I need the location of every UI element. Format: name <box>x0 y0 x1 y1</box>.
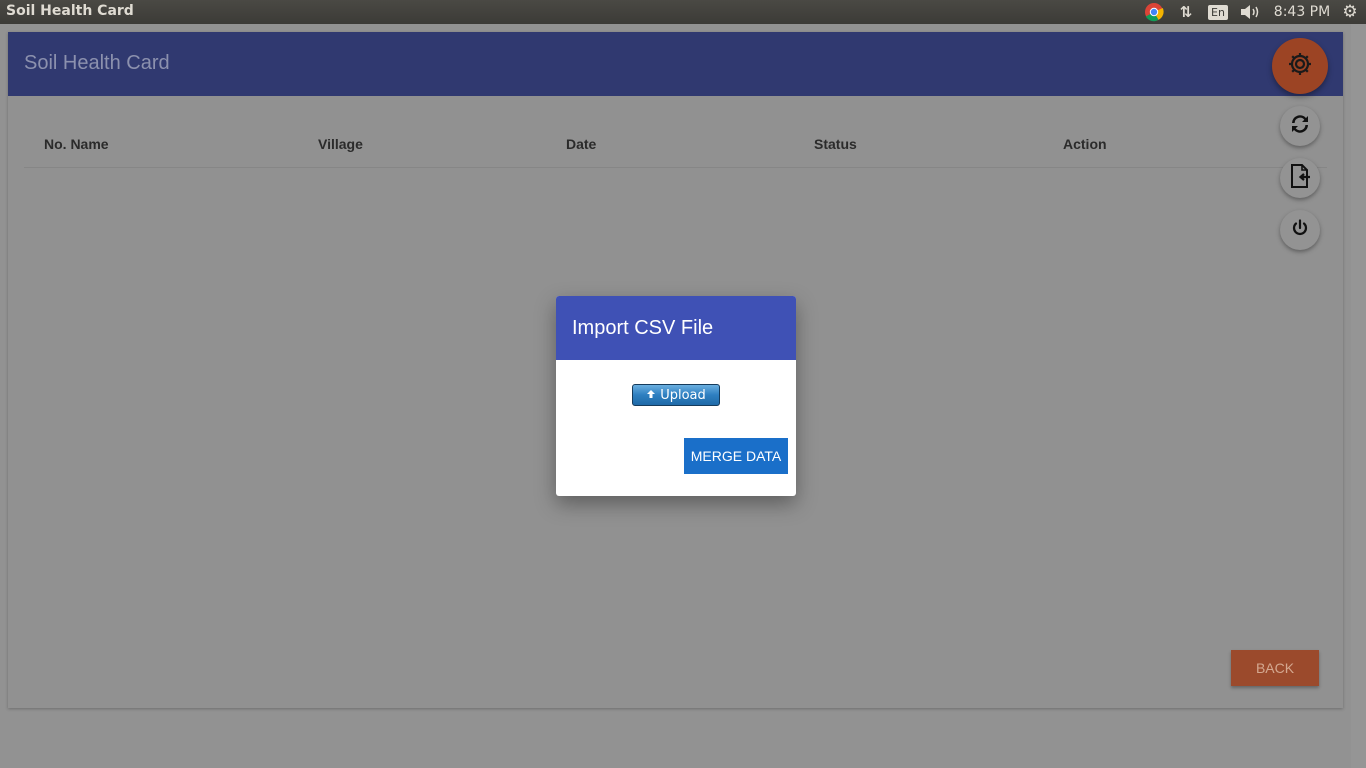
import-file-button[interactable] <box>1280 158 1320 198</box>
table-header: No. Name Village Date Status Action <box>24 128 1327 168</box>
settings-gear-icon[interactable]: ⚙ <box>1339 0 1361 24</box>
file-import-icon <box>1287 162 1313 195</box>
keyboard-layout-label: En <box>1208 4 1228 20</box>
chrome-icon[interactable] <box>1144 0 1164 24</box>
dialog-title: Import CSV File <box>572 317 714 339</box>
column-header-action: Action <box>1063 136 1107 152</box>
power-button[interactable] <box>1280 210 1320 250</box>
app-title: Soil Health Card <box>24 52 170 74</box>
power-icon <box>1290 218 1310 243</box>
window-title: Soil Health Card <box>6 3 134 19</box>
upload-button[interactable]: Upload <box>632 384 720 406</box>
column-header-date: Date <box>566 136 597 152</box>
keyboard-layout-icon[interactable]: En <box>1208 0 1228 24</box>
back-button[interactable]: BACK <box>1231 650 1319 686</box>
settings-fab[interactable] <box>1272 38 1328 94</box>
upload-arrow-icon <box>646 388 656 403</box>
sync-icon <box>1286 110 1314 143</box>
merge-data-button[interactable]: MERGE DATA <box>684 438 788 474</box>
import-csv-dialog: Import CSV File Upload MERGE DATA <box>556 296 796 496</box>
gear-icon <box>1286 50 1314 83</box>
column-header-village: Village <box>318 136 363 152</box>
column-header-status: Status <box>814 136 857 152</box>
column-header-name: No. Name <box>44 136 109 152</box>
sync-button[interactable] <box>1280 106 1320 146</box>
dialog-header: Import CSV File <box>556 296 796 360</box>
upload-label: Upload <box>660 387 706 403</box>
volume-icon[interactable] <box>1239 0 1261 24</box>
os-top-panel: Soil Health Card ⇅ En 8:43 PM ⚙ <box>0 0 1366 24</box>
app-header: Soil Health Card <box>8 32 1343 96</box>
page-scrollbar[interactable] <box>1351 24 1366 768</box>
network-arrows-icon[interactable]: ⇅ <box>1176 0 1196 24</box>
clock[interactable]: 8:43 PM <box>1270 0 1334 24</box>
